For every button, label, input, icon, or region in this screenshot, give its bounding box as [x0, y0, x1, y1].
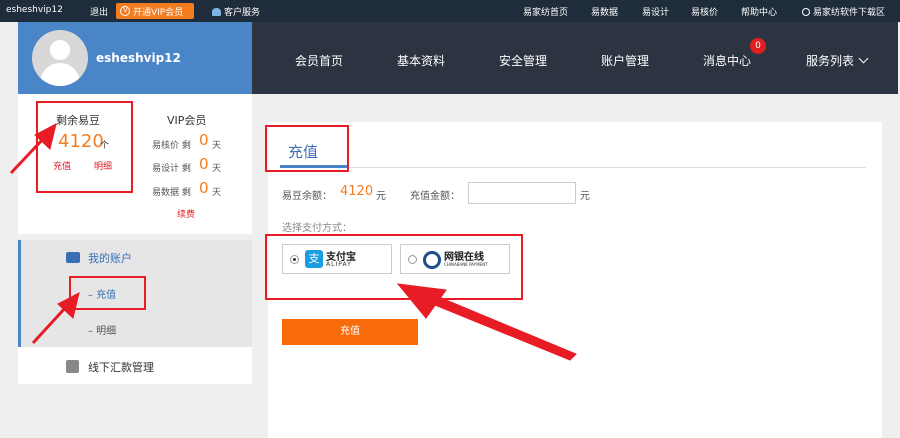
- arrow-to-balance: [9, 136, 46, 175]
- arrow-to-payment: [429, 294, 577, 361]
- annotation-arrows: [9, 123, 577, 361]
- arrow-to-recharge-item: [31, 305, 68, 345]
